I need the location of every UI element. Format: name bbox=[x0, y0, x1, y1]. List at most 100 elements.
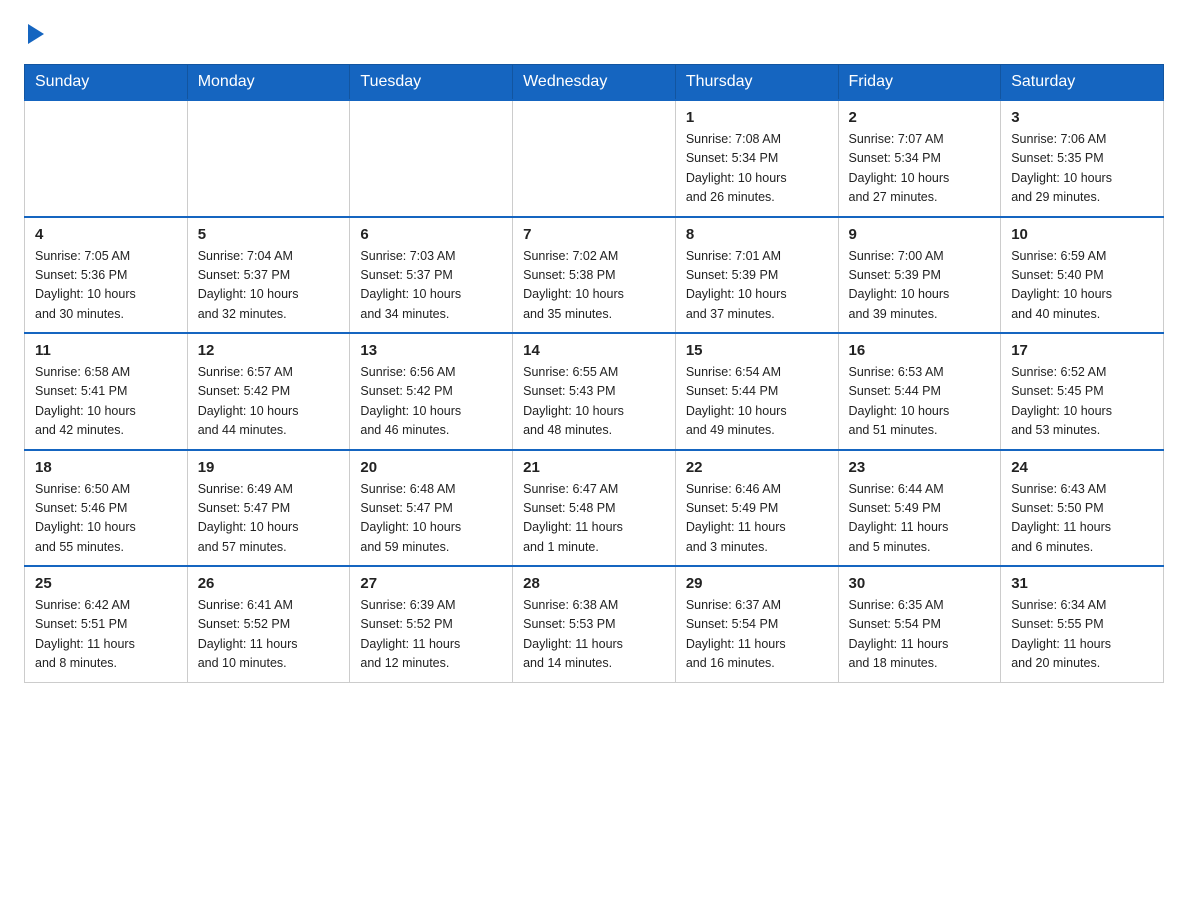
calendar-header-row: SundayMondayTuesdayWednesdayThursdayFrid… bbox=[25, 65, 1164, 101]
day-number: 11 bbox=[35, 342, 177, 359]
day-info: Sunrise: 7:03 AM Sunset: 5:37 PM Dayligh… bbox=[360, 247, 502, 325]
calendar-week-1: 1 Sunrise: 7:08 AM Sunset: 5:34 PM Daylig… bbox=[25, 100, 1164, 217]
day-info: Sunrise: 7:02 AM Sunset: 5:38 PM Dayligh… bbox=[523, 247, 665, 325]
day-info: Sunrise: 7:05 AM Sunset: 5:36 PM Dayligh… bbox=[35, 247, 177, 325]
calendar-cell: 27Sunrise: 6:39 AM Sunset: 5:52 PM Dayli… bbox=[350, 566, 513, 682]
day-number: 13 bbox=[360, 342, 502, 359]
day-info: Sunrise: 6:55 AM Sunset: 5:43 PM Dayligh… bbox=[523, 363, 665, 441]
calendar-week-4: 18 Sunrise: 6:50 AM Sunset: 5:46 PM Dayli… bbox=[25, 450, 1164, 567]
day-number: 19 bbox=[198, 459, 340, 476]
calendar-cell: 26 Sunrise: 6:41 AM Sunset: 5:52 PM Dayli… bbox=[187, 566, 350, 682]
calendar-cell bbox=[513, 100, 676, 217]
calendar-cell: 28Sunrise: 6:38 AM Sunset: 5:53 PM Dayli… bbox=[513, 566, 676, 682]
day-number: 22 bbox=[686, 459, 828, 476]
calendar-cell: 23 Sunrise: 6:44 AM Sunset: 5:49 PM Dayli… bbox=[838, 450, 1001, 567]
day-number: 4 bbox=[35, 226, 177, 243]
calendar-cell: 3 Sunrise: 7:06 AM Sunset: 5:35 PM Daylig… bbox=[1001, 100, 1164, 217]
calendar-cell: 16 Sunrise: 6:53 AM Sunset: 5:44 PM Dayli… bbox=[838, 333, 1001, 450]
calendar-cell: 29 Sunrise: 6:37 AM Sunset: 5:54 PM Dayli… bbox=[675, 566, 838, 682]
day-info: Sunrise: 6:58 AM Sunset: 5:41 PM Dayligh… bbox=[35, 363, 177, 441]
day-info: Sunrise: 6:54 AM Sunset: 5:44 PM Dayligh… bbox=[686, 363, 828, 441]
day-info: Sunrise: 6:35 AM Sunset: 5:54 PM Dayligh… bbox=[849, 596, 991, 674]
calendar-cell: 4 Sunrise: 7:05 AM Sunset: 5:36 PM Daylig… bbox=[25, 217, 188, 334]
calendar-cell: 30 Sunrise: 6:35 AM Sunset: 5:54 PM Dayli… bbox=[838, 566, 1001, 682]
day-number: 31 bbox=[1011, 575, 1153, 592]
calendar-week-5: 25Sunrise: 6:42 AM Sunset: 5:51 PM Dayli… bbox=[25, 566, 1164, 682]
day-number: 1 bbox=[686, 109, 828, 126]
calendar-cell bbox=[187, 100, 350, 217]
calendar-week-2: 4 Sunrise: 7:05 AM Sunset: 5:36 PM Daylig… bbox=[25, 217, 1164, 334]
day-info: Sunrise: 6:56 AM Sunset: 5:42 PM Dayligh… bbox=[360, 363, 502, 441]
day-info: Sunrise: 7:06 AM Sunset: 5:35 PM Dayligh… bbox=[1011, 130, 1153, 208]
day-info: Sunrise: 6:44 AM Sunset: 5:49 PM Dayligh… bbox=[849, 480, 991, 558]
calendar-cell bbox=[25, 100, 188, 217]
day-info: Sunrise: 6:52 AM Sunset: 5:45 PM Dayligh… bbox=[1011, 363, 1153, 441]
day-number: 14 bbox=[523, 342, 665, 359]
calendar-cell: 9Sunrise: 7:00 AM Sunset: 5:39 PM Daylig… bbox=[838, 217, 1001, 334]
day-info: Sunrise: 7:08 AM Sunset: 5:34 PM Dayligh… bbox=[686, 130, 828, 208]
day-number: 10 bbox=[1011, 226, 1153, 243]
day-number: 7 bbox=[523, 226, 665, 243]
day-number: 9 bbox=[849, 226, 991, 243]
calendar-cell: 24 Sunrise: 6:43 AM Sunset: 5:50 PM Dayli… bbox=[1001, 450, 1164, 567]
logo bbox=[24, 24, 44, 46]
col-header-thursday: Thursday bbox=[675, 65, 838, 101]
day-info: Sunrise: 7:07 AM Sunset: 5:34 PM Dayligh… bbox=[849, 130, 991, 208]
calendar-cell: 12Sunrise: 6:57 AM Sunset: 5:42 PM Dayli… bbox=[187, 333, 350, 450]
calendar-week-3: 11 Sunrise: 6:58 AM Sunset: 5:41 PM Dayli… bbox=[25, 333, 1164, 450]
day-info: Sunrise: 6:34 AM Sunset: 5:55 PM Dayligh… bbox=[1011, 596, 1153, 674]
calendar-cell: 15 Sunrise: 6:54 AM Sunset: 5:44 PM Dayli… bbox=[675, 333, 838, 450]
day-number: 29 bbox=[686, 575, 828, 592]
day-number: 28 bbox=[523, 575, 665, 592]
calendar-cell: 7 Sunrise: 7:02 AM Sunset: 5:38 PM Daylig… bbox=[513, 217, 676, 334]
day-number: 3 bbox=[1011, 109, 1153, 126]
day-info: Sunrise: 6:37 AM Sunset: 5:54 PM Dayligh… bbox=[686, 596, 828, 674]
calendar-cell: 22Sunrise: 6:46 AM Sunset: 5:49 PM Dayli… bbox=[675, 450, 838, 567]
calendar-cell: 1 Sunrise: 7:08 AM Sunset: 5:34 PM Daylig… bbox=[675, 100, 838, 217]
page-header bbox=[24, 24, 1164, 46]
day-info: Sunrise: 7:04 AM Sunset: 5:37 PM Dayligh… bbox=[198, 247, 340, 325]
day-number: 26 bbox=[198, 575, 340, 592]
col-header-sunday: Sunday bbox=[25, 65, 188, 101]
day-number: 2 bbox=[849, 109, 991, 126]
col-header-wednesday: Wednesday bbox=[513, 65, 676, 101]
calendar-cell: 11 Sunrise: 6:58 AM Sunset: 5:41 PM Dayli… bbox=[25, 333, 188, 450]
day-info: Sunrise: 6:48 AM Sunset: 5:47 PM Dayligh… bbox=[360, 480, 502, 558]
calendar-cell: 18 Sunrise: 6:50 AM Sunset: 5:46 PM Dayli… bbox=[25, 450, 188, 567]
day-number: 20 bbox=[360, 459, 502, 476]
calendar-cell: 8 Sunrise: 7:01 AM Sunset: 5:39 PM Daylig… bbox=[675, 217, 838, 334]
day-number: 17 bbox=[1011, 342, 1153, 359]
day-number: 16 bbox=[849, 342, 991, 359]
day-number: 12 bbox=[198, 342, 340, 359]
calendar-cell: 19 Sunrise: 6:49 AM Sunset: 5:47 PM Dayli… bbox=[187, 450, 350, 567]
day-info: Sunrise: 6:42 AM Sunset: 5:51 PM Dayligh… bbox=[35, 596, 177, 674]
day-info: Sunrise: 6:41 AM Sunset: 5:52 PM Dayligh… bbox=[198, 596, 340, 674]
calendar-cell: 17 Sunrise: 6:52 AM Sunset: 5:45 PM Dayli… bbox=[1001, 333, 1164, 450]
day-info: Sunrise: 6:49 AM Sunset: 5:47 PM Dayligh… bbox=[198, 480, 340, 558]
calendar-cell: 21Sunrise: 6:47 AM Sunset: 5:48 PM Dayli… bbox=[513, 450, 676, 567]
logo-arrow-icon bbox=[28, 24, 44, 44]
day-info: Sunrise: 6:53 AM Sunset: 5:44 PM Dayligh… bbox=[849, 363, 991, 441]
col-header-saturday: Saturday bbox=[1001, 65, 1164, 101]
day-info: Sunrise: 7:01 AM Sunset: 5:39 PM Dayligh… bbox=[686, 247, 828, 325]
col-header-tuesday: Tuesday bbox=[350, 65, 513, 101]
calendar-cell: 14 Sunrise: 6:55 AM Sunset: 5:43 PM Dayli… bbox=[513, 333, 676, 450]
day-number: 8 bbox=[686, 226, 828, 243]
calendar-table: SundayMondayTuesdayWednesdayThursdayFrid… bbox=[24, 64, 1164, 683]
day-number: 30 bbox=[849, 575, 991, 592]
day-info: Sunrise: 6:50 AM Sunset: 5:46 PM Dayligh… bbox=[35, 480, 177, 558]
day-number: 18 bbox=[35, 459, 177, 476]
day-number: 15 bbox=[686, 342, 828, 359]
calendar-cell: 31 Sunrise: 6:34 AM Sunset: 5:55 PM Dayli… bbox=[1001, 566, 1164, 682]
day-number: 6 bbox=[360, 226, 502, 243]
calendar-cell: 13 Sunrise: 6:56 AM Sunset: 5:42 PM Dayli… bbox=[350, 333, 513, 450]
calendar-cell: 5Sunrise: 7:04 AM Sunset: 5:37 PM Daylig… bbox=[187, 217, 350, 334]
day-number: 27 bbox=[360, 575, 502, 592]
calendar-cell: 2 Sunrise: 7:07 AM Sunset: 5:34 PM Daylig… bbox=[838, 100, 1001, 217]
calendar-cell: 25Sunrise: 6:42 AM Sunset: 5:51 PM Dayli… bbox=[25, 566, 188, 682]
day-info: Sunrise: 6:47 AM Sunset: 5:48 PM Dayligh… bbox=[523, 480, 665, 558]
day-number: 24 bbox=[1011, 459, 1153, 476]
day-info: Sunrise: 6:59 AM Sunset: 5:40 PM Dayligh… bbox=[1011, 247, 1153, 325]
day-number: 23 bbox=[849, 459, 991, 476]
day-info: Sunrise: 6:43 AM Sunset: 5:50 PM Dayligh… bbox=[1011, 480, 1153, 558]
